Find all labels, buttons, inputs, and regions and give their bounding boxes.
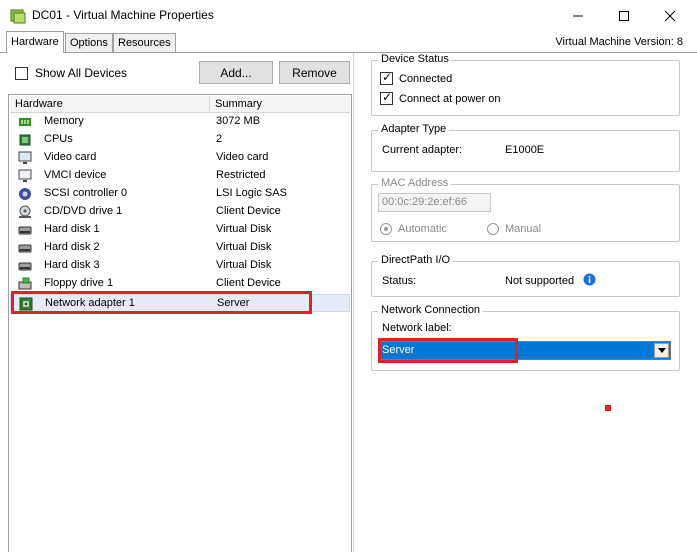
highlight-network-adapter-row (11, 291, 312, 314)
red-dot-marker (605, 405, 611, 411)
connected-checkbox[interactable]: Connected (380, 70, 453, 85)
close-icon (664, 10, 676, 21)
show-all-devices-checkbox[interactable]: Show All Devices (15, 66, 127, 80)
info-icon[interactable] (583, 273, 596, 286)
hard-disk-icon (18, 262, 32, 271)
automatic-label: Automatic (398, 223, 447, 235)
network-connection-title: Network Connection (378, 304, 484, 316)
cd-icon (19, 205, 31, 218)
adapter-type-title: Adapter Type (378, 123, 450, 135)
connected-box[interactable] (380, 70, 393, 85)
hard-disk-icon (18, 244, 32, 253)
connect-at-power-on-box[interactable] (380, 90, 393, 105)
vm-properties-icon (10, 9, 26, 24)
hardware-name: Video card (44, 151, 97, 163)
show-all-devices-box[interactable] (15, 66, 28, 80)
show-all-devices-label: Show All Devices (35, 66, 128, 80)
scsi-icon (19, 188, 31, 200)
floppy-icon (18, 277, 32, 290)
hardware-row-vmci-device[interactable]: VMCI device Restricted (10, 167, 350, 185)
mac-manual-radio[interactable]: Manual (487, 223, 541, 235)
hardware-row-hard-disk-2[interactable]: Hard disk 2 Virtual Disk (10, 239, 350, 257)
hardware-summary: 2 (216, 133, 223, 145)
hardware-summary: Client Device (216, 205, 281, 217)
hardware-row-cd-dvd-drive[interactable]: CD/DVD drive 1 Client Device (10, 203, 350, 221)
dropdown-arrow-button[interactable] (654, 343, 669, 358)
manual-radio-circle[interactable] (487, 223, 499, 235)
hard-disk-icon (18, 226, 32, 235)
maximize-button[interactable] (601, 0, 647, 31)
hardware-row-hard-disk-1[interactable]: Hard disk 1 Virtual Disk (10, 221, 350, 239)
tab-divider (0, 52, 697, 53)
add-button[interactable]: Add... (199, 61, 273, 84)
hardware-summary: 3072 MB (216, 115, 261, 127)
cpu-icon (19, 134, 31, 146)
tab-hardware[interactable]: Hardware (6, 31, 64, 53)
hardware-summary: Virtual Disk (216, 241, 272, 253)
hardware-row-hard-disk-3[interactable]: Hard disk 3 Virtual Disk (10, 257, 350, 275)
hardware-name: CPUs (44, 133, 73, 145)
device-status-group (371, 60, 680, 116)
memory-icon (19, 118, 31, 126)
hardware-list[interactable]: Hardware Summary Memory 3072 MB CPUs 2 V… (8, 94, 352, 552)
hardware-summary: LSI Logic SAS (216, 187, 287, 199)
minimize-icon (573, 15, 583, 16)
connect-at-power-on-checkbox[interactable]: Connect at power on (380, 90, 501, 105)
directpath-status-label: Status: (382, 275, 417, 287)
tab-resources[interactable]: Resources (113, 33, 176, 52)
network-label-caption: Network label: (382, 322, 452, 334)
mac-automatic-radio[interactable]: Automatic (380, 223, 447, 235)
minimize-button[interactable] (555, 0, 601, 31)
hardware-name: SCSI controller 0 (44, 187, 128, 199)
directpath-status-value: Not supported (505, 275, 575, 287)
device-status-title: Device Status (378, 53, 452, 65)
mac-address-input[interactable]: 00:0c:29:2e:ef:66 (378, 193, 491, 212)
maximize-icon (619, 10, 629, 21)
hardware-summary: Virtual Disk (216, 223, 272, 235)
hardware-name: VMCI device (44, 169, 107, 181)
connected-label: Connected (399, 72, 453, 85)
hardware-row-video-card[interactable]: Video card Video card (10, 149, 350, 167)
panel-separator (353, 53, 354, 552)
hardware-summary: Virtual Disk (216, 259, 272, 271)
hardware-name: Hard disk 1 (44, 223, 100, 235)
remove-button[interactable]: Remove (279, 61, 350, 84)
monitor-icon (18, 151, 32, 164)
column-header-summary[interactable]: Summary (210, 96, 350, 113)
hardware-name: Memory (44, 115, 84, 127)
hardware-name: Hard disk 2 (44, 241, 100, 253)
chevron-down-icon (657, 348, 666, 353)
hardware-list-header: Hardware Summary (10, 96, 350, 113)
hardware-summary: Video card (216, 151, 269, 163)
hardware-row-cpus[interactable]: CPUs 2 (10, 131, 350, 149)
vm-version-label: Virtual Machine Version: 8 (555, 36, 683, 48)
hardware-name: CD/DVD drive 1 (44, 205, 123, 217)
highlight-network-label (378, 338, 518, 363)
automatic-radio-circle[interactable] (380, 223, 392, 235)
connect-at-power-on-label: Connect at power on (399, 92, 501, 105)
title-bar[interactable]: DC01 - Virtual Machine Properties (0, 0, 697, 31)
tab-options[interactable]: Options (65, 33, 113, 52)
directpath-title: DirectPath I/O (378, 254, 454, 266)
column-header-hardware[interactable]: Hardware (10, 96, 210, 113)
vmci-icon (18, 169, 32, 182)
current-adapter-value: E1000E (505, 144, 545, 156)
manual-label: Manual (505, 223, 542, 235)
window-title: DC01 - Virtual Machine Properties (32, 8, 214, 22)
hardware-name: Hard disk 3 (44, 259, 100, 271)
hardware-row-memory[interactable]: Memory 3072 MB (10, 113, 350, 131)
hardware-summary: Client Device (216, 277, 281, 289)
close-button[interactable] (647, 0, 693, 31)
hardware-name: Floppy drive 1 (44, 277, 114, 289)
current-adapter-label: Current adapter: (382, 144, 463, 156)
hardware-row-scsi-controller[interactable]: SCSI controller 0 LSI Logic SAS (10, 185, 350, 203)
hardware-summary: Restricted (216, 169, 266, 181)
mac-address-title: MAC Address (378, 177, 452, 189)
